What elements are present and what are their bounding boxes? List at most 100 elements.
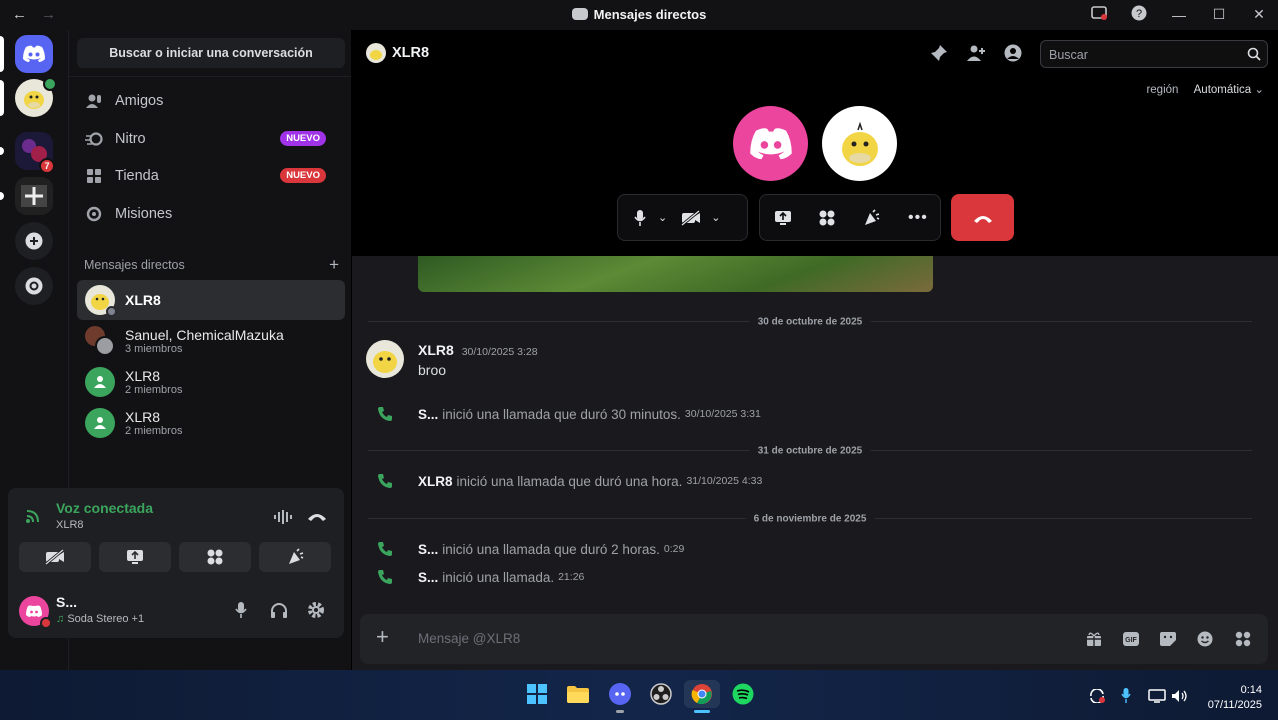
dm-header-label: Mensajes directos bbox=[84, 258, 185, 272]
maximize-icon[interactable]: ☐ bbox=[1210, 6, 1228, 23]
dm-name: XLR8 bbox=[125, 408, 161, 425]
server-3[interactable] bbox=[15, 177, 53, 215]
call-log-text: inició una llamada que duró una hora. bbox=[456, 473, 683, 489]
participant-xlr8[interactable] bbox=[822, 106, 897, 181]
user-panel: S... ♫ Soda Stereo +1 bbox=[8, 580, 344, 638]
dm-name: XLR8 bbox=[125, 292, 161, 308]
system-clock[interactable]: 0:14 07/11/2025 bbox=[1208, 683, 1262, 713]
dm-item-group[interactable]: XLR8 2 miembros bbox=[77, 403, 345, 443]
message-author[interactable]: XLR8 bbox=[418, 342, 454, 358]
video-off-button[interactable] bbox=[19, 542, 91, 572]
disconnect-icon bbox=[308, 514, 326, 521]
message-composer[interactable]: + Mensaje @XLR8 GIF bbox=[360, 614, 1268, 664]
server-2[interactable]: 7 bbox=[15, 132, 55, 174]
end-call-button[interactable] bbox=[951, 194, 1014, 241]
chrome-button[interactable] bbox=[684, 680, 720, 713]
server-psyduck[interactable] bbox=[15, 77, 57, 117]
settings-gear-icon bbox=[308, 602, 324, 618]
more-options-icon[interactable]: ••• bbox=[908, 209, 928, 227]
find-conversation-button[interactable]: Buscar o iniciar una conversación bbox=[77, 38, 345, 68]
message-text: broo bbox=[418, 362, 447, 378]
file-explorer-button[interactable] bbox=[564, 680, 592, 708]
discord-icon bbox=[609, 683, 631, 705]
quests-icon bbox=[85, 205, 103, 223]
chevron-down-icon: ⌄ bbox=[1254, 84, 1264, 96]
discover-button[interactable] bbox=[15, 267, 53, 305]
help-icon[interactable]: ? bbox=[1130, 5, 1148, 24]
dnd-status-icon bbox=[40, 617, 52, 629]
windows-logo-icon bbox=[527, 684, 547, 704]
start-button[interactable] bbox=[523, 680, 551, 708]
phone-icon bbox=[376, 568, 394, 586]
friends-icon bbox=[85, 92, 103, 110]
gift-icon bbox=[1087, 632, 1101, 646]
close-icon[interactable]: ✕ bbox=[1250, 6, 1268, 23]
call-controls-av: ⌄ ⌄ bbox=[617, 194, 748, 241]
date-divider: 6 de noviembre de 2025 bbox=[368, 513, 1252, 525]
minimize-icon[interactable]: — bbox=[1170, 7, 1188, 23]
spotify-button[interactable] bbox=[729, 680, 757, 708]
nav-nitro[interactable]: Nitro NUEVO bbox=[85, 121, 340, 157]
chat-area: XLR8 Buscar región Automática ⌄ ⌄ ⌄ ••• … bbox=[352, 30, 1278, 670]
obs-button[interactable] bbox=[647, 680, 675, 708]
inbox-icon[interactable] bbox=[1090, 6, 1108, 23]
server-art-icon bbox=[15, 177, 53, 215]
chat-header-name: XLR8 bbox=[392, 45, 430, 61]
sync-icon bbox=[1090, 689, 1105, 703]
nav-shop[interactable]: Tienda NUEVO bbox=[85, 158, 340, 194]
create-dm-plus-icon[interactable]: + bbox=[329, 255, 339, 275]
gif-icon: GIF bbox=[1123, 632, 1139, 646]
message-input-placeholder[interactable]: Mensaje @XLR8 bbox=[418, 631, 520, 646]
server-indicator bbox=[0, 80, 4, 116]
nav-quests[interactable]: Misiones bbox=[85, 196, 340, 232]
group-avatar bbox=[85, 326, 115, 356]
dm-item-xlr8[interactable]: XLR8 bbox=[77, 280, 345, 320]
compass-icon bbox=[25, 277, 43, 295]
message-header: XLR8 30/10/2025 3:28 bbox=[418, 342, 538, 358]
message-timestamp: 30/10/2025 3:28 bbox=[461, 346, 538, 358]
call-log-time: 21:26 bbox=[558, 571, 585, 583]
video-options-chevron-icon[interactable]: ⌄ bbox=[711, 211, 720, 224]
region-selector[interactable]: región Automática ⌄ bbox=[1146, 82, 1264, 96]
image-attachment[interactable] bbox=[418, 256, 933, 292]
apps-icon bbox=[1235, 631, 1251, 647]
soundboard-button[interactable] bbox=[259, 542, 331, 572]
discord-taskbar-button[interactable] bbox=[606, 680, 634, 713]
share-screen-button[interactable] bbox=[99, 542, 171, 572]
soundboard-icon bbox=[865, 208, 880, 225]
region-value: Automática bbox=[1193, 84, 1252, 96]
phone-icon bbox=[376, 405, 394, 423]
discord-icon bbox=[26, 605, 42, 617]
activities-icon bbox=[207, 549, 223, 565]
chat-search-input[interactable]: Buscar bbox=[1040, 40, 1268, 68]
dm-item-group[interactable]: Sanuel, ChemicalMazuka 3 miembros bbox=[77, 321, 345, 361]
window-title-text: Mensajes directos bbox=[593, 7, 707, 22]
discord-icon bbox=[23, 45, 45, 62]
call-header: XLR8 Buscar región Automática ⌄ ⌄ ⌄ ••• bbox=[352, 30, 1278, 256]
user-avatar[interactable] bbox=[19, 596, 52, 629]
caller-name[interactable]: S... bbox=[418, 407, 438, 422]
dm-item-group[interactable]: XLR8 2 miembros bbox=[77, 362, 345, 402]
caller-name[interactable]: XLR8 bbox=[418, 474, 453, 489]
video-off-icon bbox=[681, 209, 701, 226]
nav-friends[interactable]: Amigos bbox=[85, 83, 340, 119]
message-list: 30 de octubre de 2025 XLR8 30/10/2025 3:… bbox=[352, 256, 1278, 616]
caller-name[interactable]: S... bbox=[418, 542, 438, 557]
attach-plus-icon[interactable]: + bbox=[376, 626, 389, 648]
dm-section-header: Mensajes directos + bbox=[84, 255, 339, 275]
voice-status[interactable]: Voz conectada bbox=[56, 500, 153, 516]
participant-self[interactable] bbox=[733, 106, 808, 181]
music-note-icon: ♫ bbox=[56, 613, 68, 625]
clock-date: 07/11/2025 bbox=[1207, 699, 1262, 711]
group-icon bbox=[85, 367, 115, 397]
user-activity: ♫ Soda Stereo +1 bbox=[56, 613, 144, 625]
add-friends-icon bbox=[967, 45, 985, 61]
speaker-icon bbox=[43, 77, 57, 91]
activities-button[interactable] bbox=[179, 542, 251, 572]
caller-name[interactable]: S... bbox=[418, 570, 438, 585]
mic-options-chevron-icon[interactable]: ⌄ bbox=[658, 211, 667, 224]
add-server-button[interactable] bbox=[15, 222, 53, 260]
status-dot bbox=[106, 306, 117, 317]
home-button[interactable] bbox=[15, 35, 53, 73]
message-avatar[interactable] bbox=[366, 340, 404, 378]
